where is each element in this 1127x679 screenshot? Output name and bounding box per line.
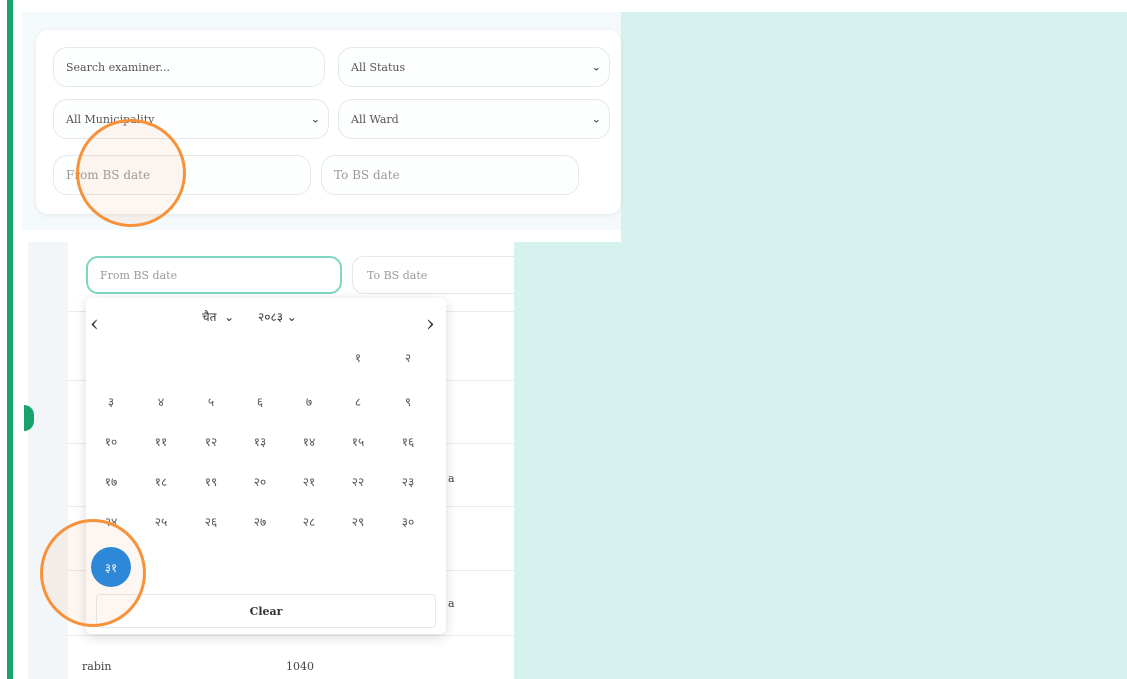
calendar-day[interactable]: १०	[92, 426, 130, 456]
clear-button-label: Clear	[249, 604, 283, 618]
calendar-day[interactable]: १	[339, 342, 377, 372]
calendar-day[interactable]: २१	[290, 466, 328, 496]
month-select[interactable]: चैत ⌄	[202, 308, 234, 325]
calendar-day[interactable]: ३	[92, 386, 130, 416]
calendar-day[interactable]: २	[389, 342, 427, 372]
calendar-day[interactable]: २३	[389, 466, 427, 496]
chevron-down-icon: ⌄	[591, 112, 601, 126]
table-cell-suffix: a	[448, 597, 455, 610]
highlight-circle	[40, 519, 146, 627]
chevron-down-icon: ⌄	[591, 60, 601, 74]
calendar-day[interactable]: १८	[142, 466, 180, 496]
year-select-value: २०८३	[258, 310, 283, 324]
calendar-day[interactable]: २९	[339, 506, 377, 536]
year-select[interactable]: २०८३ ⌄	[258, 308, 297, 325]
calendar-day[interactable]: २५	[142, 506, 180, 536]
from-date-input-active[interactable]: From BS date	[86, 256, 342, 294]
calendar-day[interactable]: २६	[192, 506, 230, 536]
search-input-placeholder: Search examiner...	[66, 60, 170, 74]
clear-button[interactable]: Clear	[96, 594, 436, 628]
calendar-day[interactable]: ८	[339, 386, 377, 416]
calendar-day[interactable]: १५	[339, 426, 377, 456]
highlight-circle	[76, 119, 186, 227]
calendar-day[interactable]: ५	[192, 386, 230, 416]
calendar-day[interactable]: २७	[241, 506, 279, 536]
calendar-day[interactable]: ३०	[389, 506, 427, 536]
calendar-day[interactable]: ४	[142, 386, 180, 416]
ward-select-value: All Ward	[351, 112, 399, 126]
calendar-day[interactable]: ९	[389, 386, 427, 416]
status-select[interactable]: All Status ⌄	[338, 47, 610, 87]
calendar-day[interactable]: १२	[192, 426, 230, 456]
table-cell-suffix: a	[448, 472, 455, 485]
calendar-day[interactable]: १७	[92, 466, 130, 496]
calendar-day[interactable]: १३	[241, 426, 279, 456]
to-date-input[interactable]: To BS date	[321, 155, 579, 195]
chevron-down-icon: ⌄	[310, 112, 320, 126]
accent-bar	[7, 0, 13, 679]
row-divider	[68, 635, 514, 636]
calendar-day[interactable]: ६	[241, 386, 279, 416]
calendar-day[interactable]: १९	[192, 466, 230, 496]
search-input[interactable]: Search examiner...	[53, 47, 325, 87]
calendar-day[interactable]: १४	[290, 426, 328, 456]
status-select-value: All Status	[351, 60, 406, 74]
table-cell-name: rabin	[82, 660, 112, 673]
ward-select[interactable]: All Ward ⌄	[338, 99, 610, 139]
to-date-placeholder: To BS date	[334, 168, 400, 182]
to-date-input[interactable]: To BS date	[352, 256, 514, 294]
month-select-value: चैत	[202, 310, 217, 324]
calendar-day[interactable]: ७	[290, 386, 328, 416]
calendar-day[interactable]: २०	[241, 466, 279, 496]
chevron-left-icon[interactable]: ‹	[90, 312, 99, 337]
calendar-day[interactable]: ११	[142, 426, 180, 456]
from-date-placeholder: From BS date	[100, 268, 178, 282]
calendar-day[interactable]: २२	[339, 466, 377, 496]
chevron-right-icon[interactable]: ›	[426, 312, 435, 337]
background-area	[621, 12, 1127, 679]
calendar-day[interactable]: २८	[290, 506, 328, 536]
to-date-placeholder: To BS date	[367, 268, 428, 282]
calendar-day[interactable]: १६	[389, 426, 427, 456]
table-cell-value: 1040	[286, 660, 314, 673]
background-area-lower	[514, 242, 621, 679]
